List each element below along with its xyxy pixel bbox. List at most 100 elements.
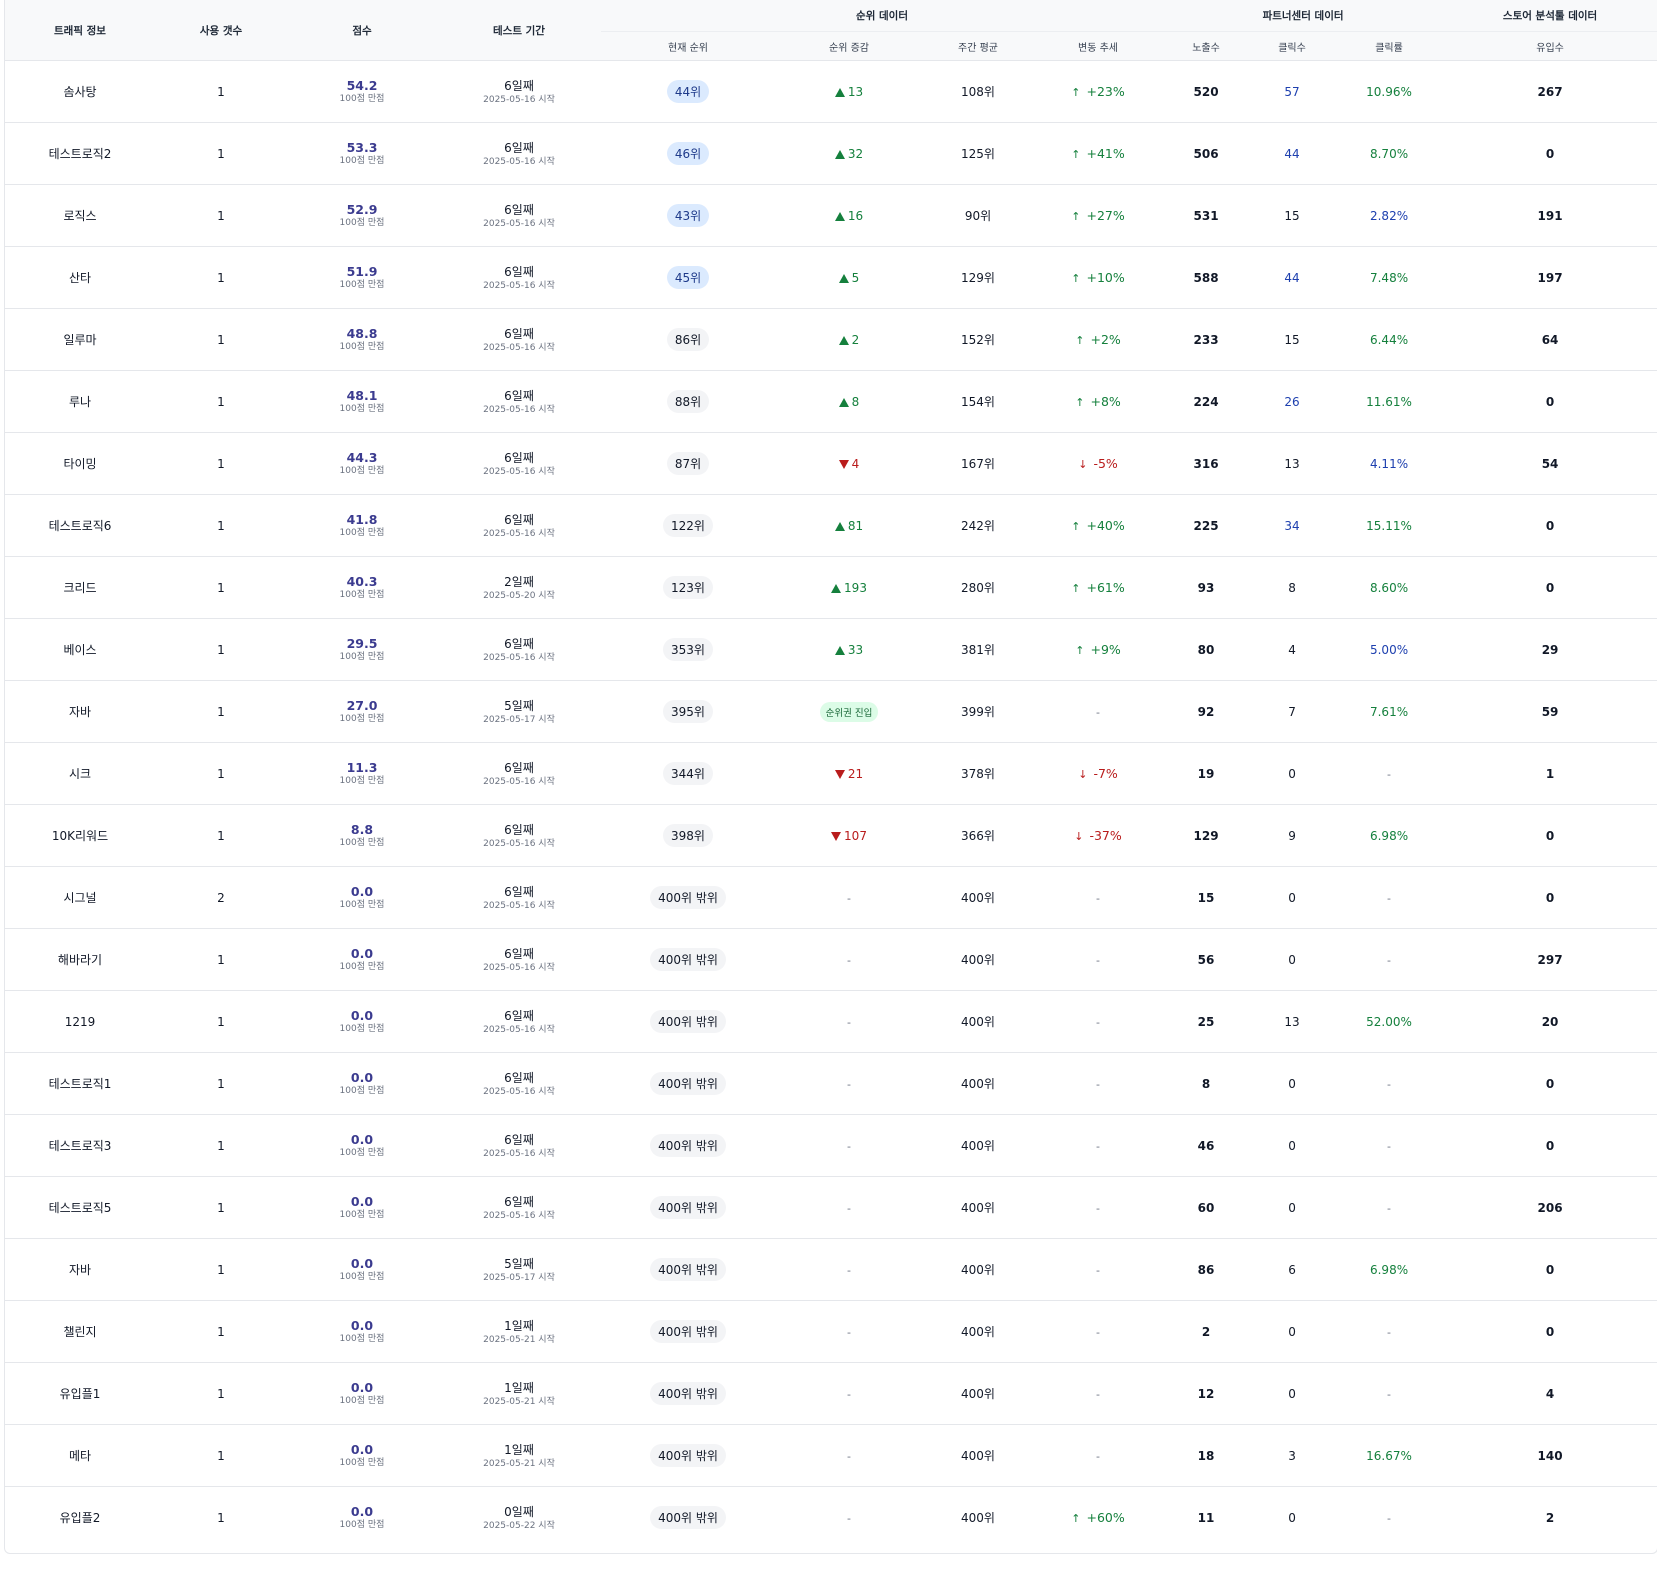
traffic-name: 테스트로직5 <box>48 1201 112 1215</box>
table-row[interactable]: 자바 1 0.0 100점 만점 5일째 2025-05-17 시작 400위 밖위 - 400… <box>5 1239 1657 1301</box>
header-inflow[interactable]: 유입수 <box>1443 31 1657 61</box>
arrow-up-icon: ↑ <box>1071 272 1081 285</box>
ctr-value: 16.67% <box>1366 1448 1412 1463</box>
inflow-value: 2 <box>1545 1510 1555 1525</box>
trend-value: ↑ +23% <box>1071 84 1125 99</box>
triangle-up-icon <box>834 87 845 97</box>
table-row[interactable]: 시그널 2 0.0 100점 만점 6일째 2025-05-16 시작 400위 밖위 - 40… <box>5 867 1657 929</box>
clicks-value: 0 <box>1288 1076 1296 1091</box>
triangle-up-icon <box>838 397 849 407</box>
impressions-value: 18 <box>1197 1448 1215 1463</box>
ctr-value: 6.98% <box>1369 1262 1409 1277</box>
current-rank-pill: 353위 <box>663 638 713 661</box>
table-row[interactable]: 루나 1 48.1 100점 만점 6일째 2025-05-16 시작 88위 8 154위 ↑ +… <box>5 371 1657 433</box>
impressions-value: 531 <box>1193 208 1219 223</box>
table-row[interactable]: 메타 1 0.0 100점 만점 1일째 2025-05-21 시작 400위 밖위 - 400… <box>5 1425 1657 1487</box>
impressions-value: 19 <box>1197 766 1215 781</box>
score-max-label: 100점 만점 <box>339 651 385 662</box>
table-header: 트래픽 정보 사용 갯수 점수 테스트 기간 순위 데이터 파트너센터 데이터 … <box>5 0 1657 61</box>
table-row[interactable]: 시크 1 11.3 100점 만점 6일째 2025-05-16 시작 344위 21 378위… <box>5 743 1657 805</box>
traffic-name: 해바라기 <box>57 953 103 967</box>
traffic-name: 크리드 <box>63 581 97 595</box>
arrow-down-icon: ↓ <box>1078 458 1088 471</box>
table-row[interactable]: 로직스 1 52.9 100점 만점 6일째 2025-05-16 시작 43위 16 90위 ↑… <box>5 185 1657 247</box>
trend-value: ↑ +40% <box>1071 518 1125 533</box>
table-row[interactable]: 크리드 1 40.3 100점 만점 2일째 2025-05-20 시작 123위 193 28… <box>5 557 1657 619</box>
trend-value: ↑ +27% <box>1071 208 1125 223</box>
score-value: 40.3 <box>346 573 378 589</box>
score-value: 0.0 <box>350 1069 374 1085</box>
table-row[interactable]: 테스트로직1 1 0.0 100점 만점 6일째 2025-05-16 시작 400위 밖위… <box>5 1053 1657 1115</box>
table-row[interactable]: 10K리워드 1 8.8 100점 만점 6일째 2025-05-16 시작 398위 107… <box>5 805 1657 867</box>
clicks-value: 6 <box>1288 1262 1296 1277</box>
impressions-value: 93 <box>1197 580 1215 595</box>
weekly-average-rank: 152위 <box>961 333 995 347</box>
header-usage-count[interactable]: 사용 갯수 <box>155 0 287 61</box>
impressions-value: 80 <box>1197 642 1215 657</box>
header-rank-change[interactable]: 순위 증감 <box>775 31 923 61</box>
header-score[interactable]: 점수 <box>287 0 437 61</box>
weekly-average-rank: 400위 <box>961 1387 995 1401</box>
table-row[interactable]: 챌린지 1 0.0 100점 만점 1일째 2025-05-21 시작 400위 밖위 - 40… <box>5 1301 1657 1363</box>
header-impressions[interactable]: 노출수 <box>1163 31 1250 61</box>
current-rank-pill: 46위 <box>666 142 710 165</box>
table-row[interactable]: 일루마 1 48.8 100점 만점 6일째 2025-05-16 시작 86위 2 152위 ↑… <box>5 309 1657 371</box>
test-period-days: 2일째 <box>504 574 534 589</box>
rank-change-none: - <box>847 1449 851 1463</box>
usage-count: 1 <box>217 828 225 843</box>
table-body: 솜사탕 1 54.2 100점 만점 6일째 2025-05-16 시작 44위 13 108위… <box>5 61 1657 1549</box>
table-row[interactable]: 테스트로직6 1 41.8 100점 만점 6일째 2025-05-16 시작 122위 81… <box>5 495 1657 557</box>
inflow-value: 0 <box>1545 146 1555 161</box>
inflow-value: 0 <box>1545 1324 1555 1339</box>
score-value: 0.0 <box>350 945 374 961</box>
header-ctr[interactable]: 클릭률 <box>1335 31 1444 61</box>
table-row[interactable]: 테스트로직3 1 0.0 100점 만점 6일째 2025-05-16 시작 400위 밖위… <box>5 1115 1657 1177</box>
impressions-value: 56 <box>1197 952 1215 967</box>
test-period-days: 1일째 <box>504 1380 534 1395</box>
ctr-value: - <box>1387 1077 1392 1091</box>
usage-count: 1 <box>217 270 225 285</box>
trend-value: ↑ +8% <box>1075 394 1121 409</box>
impressions-value: 11 <box>1197 1510 1215 1525</box>
table-row[interactable]: 자바 1 27.0 100점 만점 5일째 2025-05-17 시작 395위 순위권 진입… <box>5 681 1657 743</box>
ctr-value: 15.11% <box>1366 518 1412 533</box>
table-row[interactable]: 베이스 1 29.5 100점 만점 6일째 2025-05-16 시작 353위 33 381… <box>5 619 1657 681</box>
table-row[interactable]: 1219 1 0.0 100점 만점 6일째 2025-05-16 시작 400위 밖위 - 4… <box>5 991 1657 1053</box>
table-row[interactable]: 타이밍 1 44.3 100점 만점 6일째 2025-05-16 시작 87위 4 167위 ↓… <box>5 433 1657 495</box>
rank-change-none: - <box>847 1201 851 1215</box>
arrow-down-icon: ↓ <box>1074 830 1084 843</box>
trend-value: ↑ +61% <box>1071 580 1125 595</box>
score-value: 48.8 <box>346 325 378 341</box>
table-row[interactable]: 유입플2 1 0.0 100점 만점 0일째 2025-05-22 시작 400위 밖위 - 4… <box>5 1487 1657 1549</box>
header-group-rank-data: 순위 데이터 <box>601 0 1164 32</box>
impressions-value: 8 <box>1201 1076 1211 1091</box>
header-weekly-avg[interactable]: 주간 평균 <box>923 31 1033 61</box>
trend-none: - <box>1096 1449 1100 1463</box>
rank-change-none: - <box>847 953 851 967</box>
table-row[interactable]: 해바라기 1 0.0 100점 만점 6일째 2025-05-16 시작 400위 밖위 - 4… <box>5 929 1657 991</box>
header-current-rank[interactable]: 현재 순위 <box>601 31 775 61</box>
table-row[interactable]: 산타 1 51.9 100점 만점 6일째 2025-05-16 시작 45위 5 129위 ↑ +… <box>5 247 1657 309</box>
table-row[interactable]: 테스트로직2 1 53.3 100점 만점 6일째 2025-05-16 시작 46위 32 1… <box>5 123 1657 185</box>
impressions-value: 225 <box>1193 518 1219 533</box>
ctr-value: 2.82% <box>1369 208 1409 223</box>
header-test-period[interactable]: 테스트 기간 <box>437 0 601 61</box>
score-max-label: 100점 만점 <box>339 837 385 848</box>
test-start-date: 2025-05-20 시작 <box>483 590 555 601</box>
triangle-up-icon <box>834 521 845 531</box>
header-clicks[interactable]: 클릭수 <box>1249 31 1336 61</box>
rank-change-up: 193 <box>831 581 867 595</box>
table-row[interactable]: 테스트로직5 1 0.0 100점 만점 6일째 2025-05-16 시작 400위 밖위… <box>5 1177 1657 1239</box>
score-value: 0.0 <box>350 1317 374 1333</box>
table-row[interactable]: 솜사탕 1 54.2 100점 만점 6일째 2025-05-16 시작 44위 13 108위… <box>5 61 1657 123</box>
header-trend[interactable]: 변동 추세 <box>1033 31 1164 61</box>
score-max-label: 100점 만점 <box>339 465 385 476</box>
test-period-days: 6일째 <box>504 1008 534 1023</box>
score-max-label: 100점 만점 <box>339 279 385 290</box>
header-traffic-info[interactable]: 트래픽 정보 <box>5 0 155 61</box>
inflow-value: 0 <box>1545 518 1555 533</box>
score-value: 0.0 <box>350 1193 374 1209</box>
table-row[interactable]: 유입플1 1 0.0 100점 만점 1일째 2025-05-21 시작 400위 밖위 - 4… <box>5 1363 1657 1425</box>
score-max-label: 100점 만점 <box>339 1457 385 1468</box>
ctr-value: - <box>1387 1201 1392 1215</box>
